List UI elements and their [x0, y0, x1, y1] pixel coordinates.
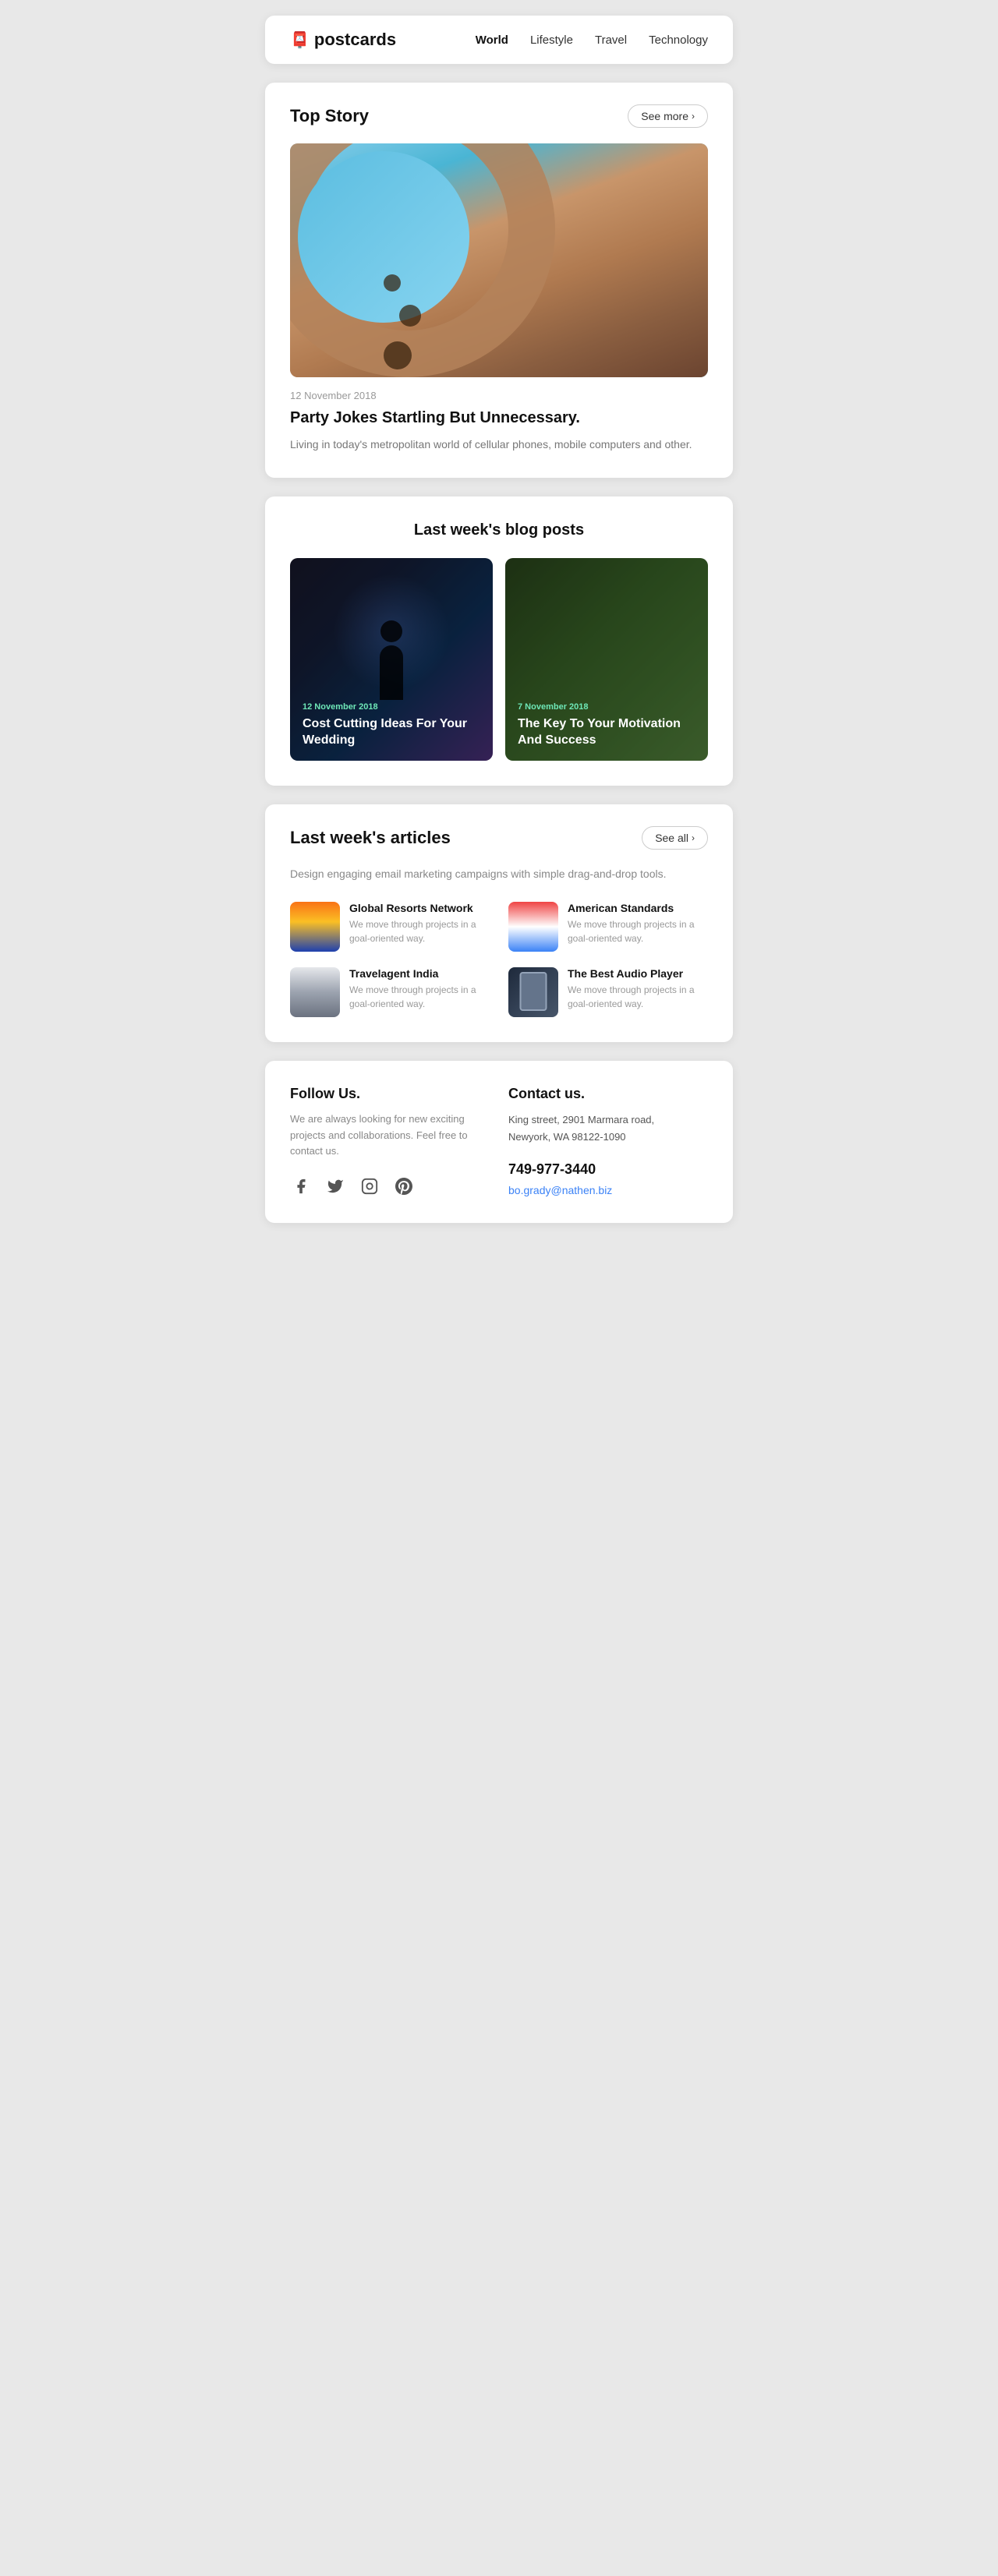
article-thumb-best-audio-player — [508, 967, 558, 1017]
hero-image-inner — [290, 143, 708, 377]
article-item-travelagent-india-desc: We move through projects in a goal-orien… — [349, 983, 490, 1011]
logo-text: postcards — [314, 30, 396, 50]
article-thumb-american-standards — [508, 902, 558, 952]
article-excerpt: Living in today's metropolitan world of … — [290, 436, 708, 453]
article-item-global-resorts-desc: We move through projects in a goal-orien… — [349, 917, 490, 945]
blog-posts-section: Last week's blog posts 12 November 2018 … — [265, 496, 733, 786]
article-item-american-standards-content: American Standards We move through proje… — [568, 902, 708, 945]
articles-header: Last week's articles See all › — [290, 826, 708, 850]
nav-bar: 📮 postcards World Lifestyle Travel Techn… — [265, 16, 733, 64]
sunset-thumbnail — [290, 902, 340, 952]
blog-post-2-date: 7 November 2018 — [518, 702, 695, 712]
twitter-icon[interactable] — [324, 1175, 346, 1197]
chevron-right-icon: › — [692, 111, 695, 122]
article-item-american-standards-desc: We move through projects in a goal-orien… — [568, 917, 708, 945]
article-item-global-resorts-title: Global Resorts Network — [349, 902, 490, 914]
arch-dot-1 — [384, 274, 401, 292]
landscape-thumbnail — [290, 967, 340, 1017]
articles-section-title: Last week's articles — [290, 828, 451, 848]
blog-section-title: Last week's blog posts — [290, 521, 708, 539]
article-thumb-global-resorts — [290, 902, 340, 952]
contact-address: King street, 2901 Marmara road,Newyork, … — [508, 1111, 708, 1146]
tech-thumbnail — [508, 967, 558, 1017]
top-story-header: Top Story See more › — [290, 104, 708, 128]
contact-phone: 749-977-3440 — [508, 1161, 708, 1178]
follow-description: We are always looking for new exciting p… — [290, 1111, 490, 1160]
see-all-label: See all — [655, 832, 688, 844]
silhouette-head — [380, 620, 402, 642]
article-item-global-resorts-content: Global Resorts Network We move through p… — [349, 902, 490, 945]
nav-links: World Lifestyle Travel Technology — [476, 34, 708, 47]
blog-post-1-title: Cost Cutting Ideas For Your Wedding — [303, 716, 480, 749]
tech-device-icon — [520, 972, 547, 1011]
articles-description: Design engaging email marketing campaign… — [290, 865, 708, 882]
blog-post-1[interactable]: 12 November 2018 Cost Cutting Ideas For … — [290, 558, 493, 761]
follow-title: Follow Us. — [290, 1086, 490, 1102]
blog-grid: 12 November 2018 Cost Cutting Ideas For … — [290, 558, 708, 761]
hero-image[interactable] — [290, 143, 708, 377]
article-item-american-standards[interactable]: American Standards We move through proje… — [508, 902, 708, 952]
contact-email[interactable]: bo.grady@nathen.biz — [508, 1184, 612, 1196]
nav-link-travel[interactable]: Travel — [595, 34, 627, 47]
article-item-best-audio-player-content: The Best Audio Player We move through pr… — [568, 967, 708, 1011]
facebook-icon[interactable] — [290, 1175, 312, 1197]
contact-title: Contact us. — [508, 1086, 708, 1102]
article-thumb-travelagent-india — [290, 967, 340, 1017]
blog-post-1-date: 12 November 2018 — [303, 702, 480, 712]
arch-dot-3 — [384, 341, 412, 369]
logo-icon: 📮 — [290, 30, 310, 50]
articles-section: Last week's articles See all › Design en… — [265, 804, 733, 1041]
article-title: Party Jokes Startling But Unnecessary. — [290, 408, 708, 428]
footer-section: Follow Us. We are always looking for new… — [265, 1061, 733, 1223]
blog-post-2-content: 7 November 2018 The Key To Your Motivati… — [505, 690, 708, 761]
flag-thumbnail — [508, 902, 558, 952]
arch-dot-2 — [399, 305, 421, 327]
article-item-best-audio-player-desc: We move through projects in a goal-orien… — [568, 983, 708, 1011]
top-story-title: Top Story — [290, 106, 369, 126]
blog-post-2-title: The Key To Your Motivation And Success — [518, 716, 695, 749]
article-item-travelagent-india[interactable]: Travelagent India We move through projec… — [290, 967, 490, 1017]
arch-background — [290, 143, 708, 377]
article-item-american-standards-title: American Standards — [568, 902, 708, 914]
arch-circle-inner — [298, 151, 469, 323]
footer-follow: Follow Us. We are always looking for new… — [290, 1086, 490, 1198]
see-all-button[interactable]: See all › — [642, 826, 708, 850]
top-story-section: Top Story See more › 12 November 2018 Pa… — [265, 83, 733, 478]
see-all-chevron-icon: › — [692, 832, 695, 843]
nav-link-world[interactable]: World — [476, 34, 508, 47]
instagram-icon[interactable] — [359, 1175, 380, 1197]
blog-post-2[interactable]: 7 November 2018 The Key To Your Motivati… — [505, 558, 708, 761]
articles-grid: Global Resorts Network We move through p… — [290, 902, 708, 1017]
article-item-travelagent-india-content: Travelagent India We move through projec… — [349, 967, 490, 1011]
article-item-best-audio-player-title: The Best Audio Player — [568, 967, 708, 980]
footer-contact: Contact us. King street, 2901 Marmara ro… — [508, 1086, 708, 1198]
see-more-label: See more — [641, 110, 688, 122]
logo[interactable]: 📮 postcards — [290, 30, 396, 50]
see-more-button[interactable]: See more › — [628, 104, 708, 128]
article-date: 12 November 2018 — [290, 390, 708, 401]
article-item-best-audio-player[interactable]: The Best Audio Player We move through pr… — [508, 967, 708, 1017]
nav-link-technology[interactable]: Technology — [649, 34, 708, 47]
social-icons-group — [290, 1175, 490, 1197]
blog-post-1-content: 12 November 2018 Cost Cutting Ideas For … — [290, 690, 493, 761]
article-item-travelagent-india-title: Travelagent India — [349, 967, 490, 980]
article-item-global-resorts[interactable]: Global Resorts Network We move through p… — [290, 902, 490, 952]
pinterest-icon[interactable] — [393, 1175, 415, 1197]
nav-link-lifestyle[interactable]: Lifestyle — [530, 34, 573, 47]
